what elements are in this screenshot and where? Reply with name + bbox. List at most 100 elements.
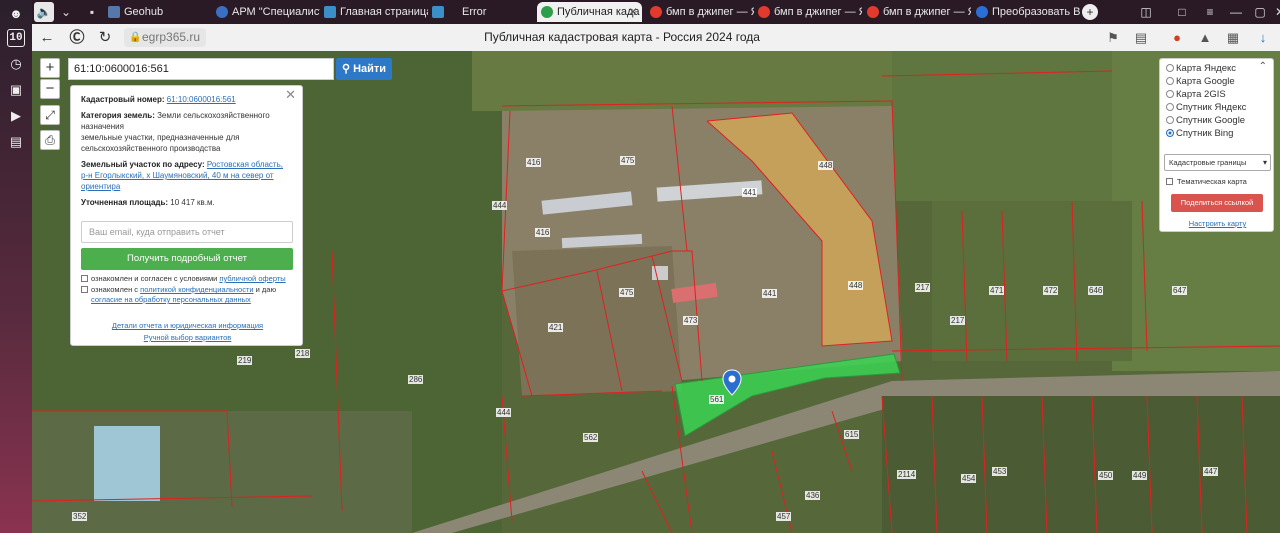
download-icon[interactable]: ↓ (1254, 29, 1272, 47)
zoom-out-button[interactable]: − (40, 79, 60, 99)
cadastral-number-label: Кадастровый номер: (81, 95, 165, 104)
tab-yandex-3[interactable]: бмп в джипег — Ян (863, 2, 971, 22)
yandex-icon (758, 6, 770, 18)
personal-data-link[interactable]: согласие на обработку персональных данны… (91, 295, 251, 304)
parcel-label: 444 (492, 201, 508, 210)
bookmark-icon[interactable]: □ (1172, 2, 1192, 22)
offer-text: ознакомлен и согласен с условиями (91, 274, 220, 283)
offer-checkbox[interactable] (81, 275, 88, 282)
window-close-icon[interactable]: ✕ (1270, 2, 1280, 22)
minimize-icon[interactable]: — (1226, 2, 1246, 22)
camera-icon[interactable]: ▣ (6, 80, 26, 100)
parcel-label: 615 (844, 430, 860, 439)
geohub-favicon (108, 6, 120, 18)
profile-icon[interactable]: ☻ (6, 4, 26, 24)
print-button[interactable]: ⎙ (40, 130, 60, 150)
privacy-text-2: и даю (253, 285, 277, 294)
area-value: 10 417 кв.м. (170, 198, 215, 207)
search-input[interactable] (68, 58, 334, 80)
privacy-checkbox[interactable] (81, 286, 88, 293)
parcel-label: 2114 (897, 470, 917, 479)
configure-map-link[interactable]: Настроить карту (1160, 219, 1275, 228)
layer-panel: ⌃ Карта Яндекс Карта Google Карта 2GIS С… (1159, 58, 1274, 232)
offer-consent-checkbox-row[interactable]: ознакомлен и согласен с условиями публич… (81, 274, 293, 284)
bookmark-icon[interactable]: ⚑ (1104, 29, 1122, 47)
parcel-label: 441 (742, 188, 758, 197)
mute-icon[interactable]: ▪ (82, 2, 102, 22)
layer-2gis-map[interactable]: Карта 2GIS (1166, 88, 1226, 101)
page-title: Публичная кадастровая карта - Россия 202… (484, 30, 760, 44)
shield-icon (432, 6, 444, 18)
layer-google-map[interactable]: Карта Google (1166, 75, 1235, 88)
map-pin-icon[interactable] (722, 369, 742, 397)
yandex-icon (650, 6, 662, 18)
lock-icon: 🔒 (129, 32, 142, 43)
collections-icon[interactable]: ▤ (6, 132, 26, 152)
zoom-in-button[interactable]: + (40, 58, 60, 78)
parcel-label: 472 (1043, 286, 1059, 295)
tab-bar: 🔈 ⌄ ▪ Geohub АРМ "Специалист" Главная ст… (32, 0, 1280, 24)
search-icon: ⚲ (341, 63, 350, 75)
tab-yandex-1[interactable]: бмп в джипег — Ян (646, 2, 754, 22)
get-report-button[interactable]: Получить подробный отчет (81, 248, 293, 270)
email-field[interactable]: Ваш email, куда отправить отчет (81, 221, 293, 243)
speaker-icon[interactable]: 🔈 (34, 2, 54, 22)
layer-yandex-sat[interactable]: Спутник Яндекс (1166, 101, 1246, 114)
screenshot-icon[interactable]: ▦ (1224, 29, 1242, 47)
share-link-button[interactable]: Поделиться ссылкой (1171, 194, 1263, 212)
tab-arm[interactable]: АРМ "Специалист" (212, 2, 320, 22)
fullscreen-button[interactable]: ⤢ (40, 105, 60, 125)
play-icon[interactable]: ▶ (6, 106, 26, 126)
tab-convert[interactable]: Преобразовать BM (972, 2, 1080, 22)
address-bar: ← Ⓒ ↻ 🔒 egrp365.ru Публичная кадастровая … (32, 24, 1280, 51)
tab-layout-icon[interactable]: ◫ (1136, 2, 1156, 22)
parcel-label: 449 (1132, 471, 1148, 480)
search-button[interactable]: ⚲ Найти (336, 58, 392, 80)
new-tab-button[interactable]: + (1082, 4, 1098, 20)
cadastral-number-link[interactable]: 61:10:0600016:561 (167, 95, 236, 104)
reload-button[interactable]: ↻ (94, 27, 116, 49)
close-icon[interactable]: ✕ (285, 88, 296, 101)
parcel-label: 352 (72, 512, 88, 521)
clock-icon[interactable]: ◷ (6, 54, 26, 74)
parcel-label: 441 (762, 289, 778, 298)
parcel-label: 416 (535, 228, 551, 237)
vpn-icon[interactable]: ▲ (1196, 29, 1214, 47)
chevron-up-icon[interactable]: ⌃ (1259, 61, 1267, 72)
privacy-link[interactable]: политикой конфиденциальности (140, 285, 253, 294)
menu-icon[interactable]: ≡ (1200, 2, 1220, 22)
address-label: Земельный участок по адресу: (81, 160, 205, 169)
back-button[interactable]: ← (36, 27, 58, 49)
layer-yandex-map[interactable]: Карта Яндекс (1166, 62, 1236, 75)
land-category-sub: земельные участки, предназначенные для с… (81, 133, 240, 153)
manual-selection-link[interactable]: Ручной выбор вариантов (71, 332, 304, 343)
chevron-down-icon[interactable]: ⌄ (56, 2, 76, 22)
layer-bing-sat[interactable]: Спутник Bing (1166, 127, 1233, 140)
tab-main-page[interactable]: Главная страница (320, 2, 428, 22)
offer-link[interactable]: публичной оферты (219, 274, 285, 283)
parcel-label: 219 (237, 356, 253, 365)
report-details-link[interactable]: Детали отчета и юридическая информация (71, 320, 304, 331)
badge-10[interactable]: 10 (7, 29, 25, 47)
layer-google-sat[interactable]: Спутник Google (1166, 114, 1245, 127)
extension-icon[interactable]: ● (1168, 29, 1186, 47)
thematic-map-checkbox[interactable]: Тематическая карта (1166, 177, 1247, 186)
parcel-label: 647 (1172, 286, 1188, 295)
tab-cadastral-map[interactable]: Публичная када ✕ (537, 2, 642, 22)
tab-yandex-2[interactable]: бмп в джипег — Ян (754, 2, 862, 22)
check-icon (541, 6, 553, 18)
privacy-consent-checkbox-row[interactable]: ознакомлен с политикой конфиденциальност… (81, 285, 293, 305)
reader-icon[interactable]: ▤ (1132, 29, 1150, 47)
yandex-button[interactable]: Ⓒ (66, 27, 88, 49)
parcel-label: 436 (805, 491, 821, 500)
boundaries-select[interactable]: Кадастровые границы ▾ (1164, 154, 1271, 171)
area-row: Уточненная площадь: 10 417 кв.м. (81, 197, 292, 208)
maximize-icon[interactable]: ▢ (1250, 2, 1270, 22)
tab-geohub[interactable]: Geohub (104, 2, 212, 22)
parcel-label: 444 (496, 408, 512, 417)
close-icon[interactable]: ✕ (628, 2, 638, 22)
tab-error[interactable]: Error (428, 2, 536, 22)
parcel-label: 562 (583, 433, 599, 442)
url-field[interactable]: 🔒 egrp365.ru (124, 28, 206, 47)
parcel-label: 447 (1203, 467, 1219, 476)
